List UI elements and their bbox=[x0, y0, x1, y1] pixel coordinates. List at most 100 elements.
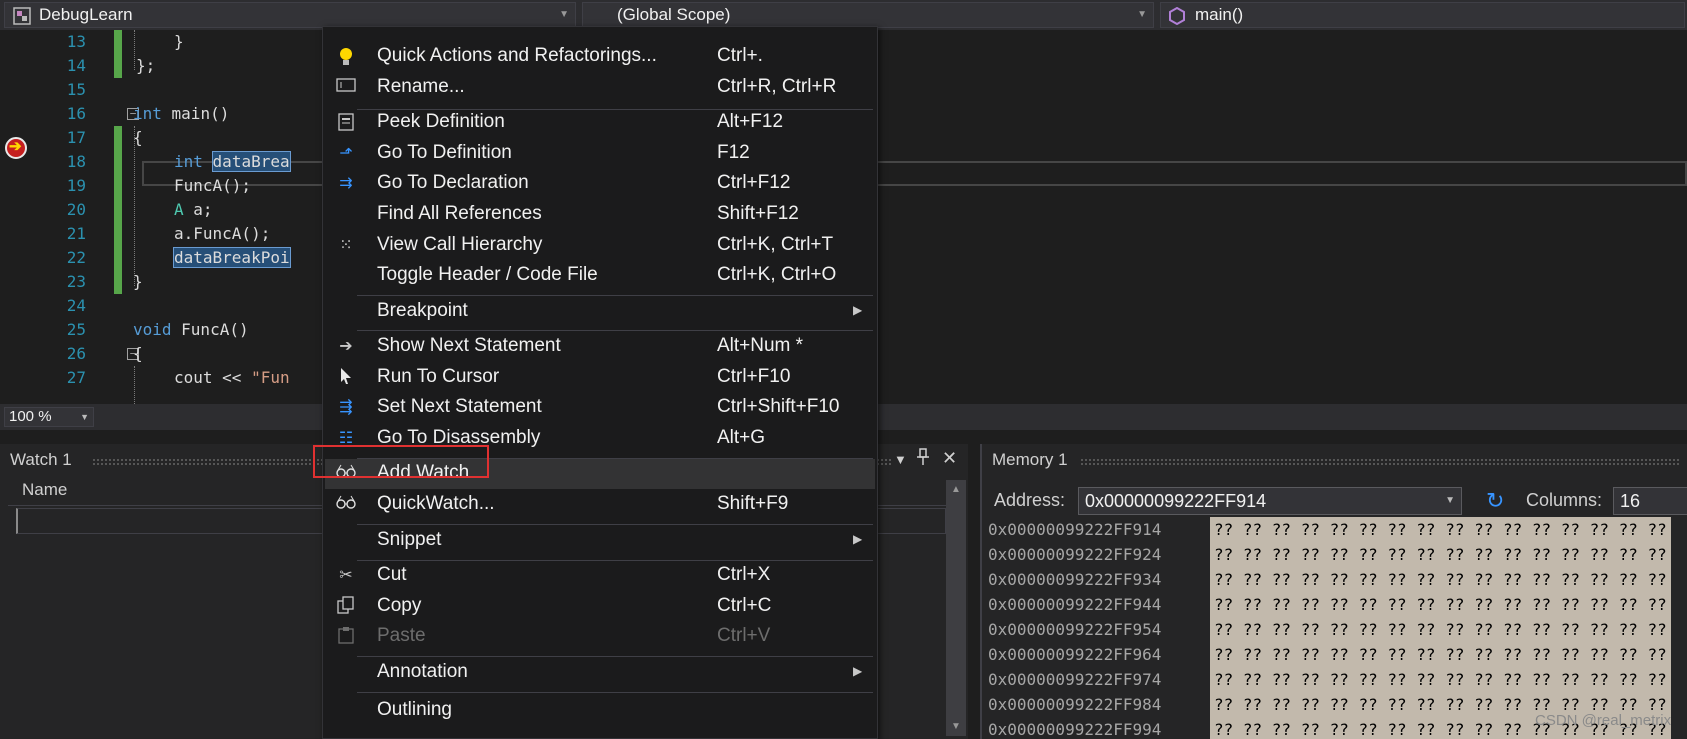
menu-item-label: Rename... bbox=[377, 76, 465, 97]
code-line: int main() bbox=[133, 102, 229, 126]
menu-separator bbox=[357, 656, 873, 657]
indent-guide bbox=[134, 366, 135, 404]
breakpoint-arrow-icon[interactable]: ➔ bbox=[5, 137, 27, 159]
menu-separator bbox=[357, 692, 873, 693]
memory-row[interactable]: 0x00000099222FF944 ?? ?? ?? ?? ?? ?? ?? ?… bbox=[988, 592, 1671, 617]
menu-item-copy[interactable]: Copy Ctrl+C bbox=[325, 592, 875, 622]
change-bar bbox=[114, 126, 122, 294]
pin-icon[interactable] bbox=[916, 448, 930, 471]
memory-bytes: ?? ?? ?? ?? ?? ?? ?? ?? ?? ?? ?? ?? ?? ?… bbox=[1210, 592, 1671, 617]
watch-title: Watch 1 bbox=[10, 450, 72, 469]
code-line: { bbox=[133, 344, 143, 363]
line-number: 26 bbox=[66, 344, 86, 363]
code-line: dataBreakPoi bbox=[173, 246, 291, 270]
menu-item-shortcut: Ctrl+. bbox=[717, 45, 763, 66]
lightbulb-icon bbox=[335, 46, 357, 68]
panel-dropdown-icon[interactable]: ▼ bbox=[894, 452, 907, 467]
peek-definition-icon bbox=[335, 112, 357, 134]
menu-item-go-to-declaration[interactable]: ⇉ Go To Declaration Ctrl+F12 bbox=[325, 169, 875, 199]
watch-scrollbar[interactable]: ▲ ▼ bbox=[946, 480, 966, 736]
keyword: int bbox=[174, 152, 203, 171]
menu-item-label: Go To Definition bbox=[377, 142, 512, 163]
line-number: 14 bbox=[66, 56, 86, 75]
menu-item-quick-actions[interactable]: Quick Actions and Refactorings... Ctrl+. bbox=[325, 42, 875, 72]
columns-value: 16 bbox=[1620, 491, 1641, 511]
menu-item-outlining[interactable]: Outlining bbox=[325, 696, 875, 720]
project-dropdown[interactable]: DebugLearn ▼ bbox=[4, 2, 576, 28]
memory-row[interactable]: 0x00000099222FF954 ?? ?? ?? ?? ?? ?? ?? ?… bbox=[988, 617, 1671, 642]
scope-name: (Global Scope) bbox=[617, 5, 731, 24]
go-to-definition-icon: ⬏ bbox=[339, 145, 353, 162]
refresh-icon[interactable]: ↻ bbox=[1486, 488, 1504, 514]
menu-item-set-next-statement[interactable]: ⇶ Set Next Statement Ctrl+Shift+F10 bbox=[325, 393, 875, 423]
member-dropdown[interactable]: main() bbox=[1160, 2, 1685, 28]
menu-item-show-next-statement[interactable]: ➔ Show Next Statement Alt+Num * bbox=[325, 332, 875, 362]
watermark: CSDN @real_metrix bbox=[1535, 712, 1672, 729]
address-label: Address: bbox=[994, 490, 1066, 510]
memory-address: 0x00000099222FF974 bbox=[988, 670, 1162, 689]
menu-item-toggle-header[interactable]: Toggle Header / Code File Ctrl+K, Ctrl+O bbox=[325, 261, 875, 291]
menu-item-go-to-definition[interactable]: ⬏ Go To Definition F12 bbox=[325, 139, 875, 169]
code-line: void FuncA() bbox=[133, 318, 249, 342]
memory-row[interactable]: 0x00000099222FF914 ?? ?? ?? ?? ?? ?? ?? ?… bbox=[988, 517, 1671, 542]
menu-separator bbox=[357, 524, 873, 525]
menu-item-quickwatch[interactable]: QuickWatch... Shift+F9 bbox=[325, 490, 875, 520]
menu-item-shortcut: Ctrl+V bbox=[717, 625, 771, 646]
memory-title: Memory 1 bbox=[992, 450, 1068, 469]
memory-row[interactable]: 0x00000099222FF934 ?? ?? ?? ?? ?? ?? ?? ?… bbox=[988, 567, 1671, 592]
menu-item-peek-definition[interactable]: Peek Definition Alt+F12 bbox=[325, 108, 875, 138]
set-next-statement-icon: ⇶ bbox=[339, 399, 353, 416]
scope-dropdown[interactable]: (Global Scope) ▼ bbox=[582, 2, 1154, 28]
menu-item-label: Breakpoint bbox=[377, 300, 468, 321]
change-bar bbox=[114, 30, 122, 78]
line-number: 19 bbox=[66, 176, 86, 195]
scroll-down-icon[interactable]: ▼ bbox=[951, 721, 961, 732]
call-hierarchy-icon: ⁙ bbox=[339, 237, 353, 254]
menu-item-run-to-cursor[interactable]: Run To Cursor Ctrl+F10 bbox=[325, 363, 875, 393]
memory-bytes: ?? ?? ?? ?? ?? ?? ?? ?? ?? ?? ?? ?? ?? ?… bbox=[1210, 667, 1671, 692]
menu-item-rename[interactable]: Rename... Ctrl+R, Ctrl+R bbox=[325, 73, 875, 103]
chevron-down-icon: ▼ bbox=[1445, 495, 1455, 506]
address-input[interactable]: 0x00000099222FF914 ▼ bbox=[1078, 487, 1462, 515]
memory-row[interactable]: 0x00000099222FF924 ?? ?? ?? ?? ?? ?? ?? ?… bbox=[988, 542, 1671, 567]
memory-row[interactable]: 0x00000099222FF974 ?? ?? ?? ?? ?? ?? ?? ?… bbox=[988, 667, 1671, 692]
submenu-arrow-icon: ▶ bbox=[853, 303, 863, 317]
menu-separator bbox=[357, 295, 873, 296]
menu-item-breakpoint[interactable]: Breakpoint ▶ bbox=[325, 297, 875, 327]
memory-row[interactable]: 0x00000099222FF964 ?? ?? ?? ?? ?? ?? ?? ?… bbox=[988, 642, 1671, 667]
menu-item-shortcut: Ctrl+F12 bbox=[717, 172, 791, 193]
memory-address: 0x00000099222FF944 bbox=[988, 595, 1162, 614]
memory-panel: Memory 1 Address: 0x00000099222FF914 ▼ ↻… bbox=[980, 444, 1687, 739]
menu-item-view-call-hierarchy[interactable]: ⁙ View Call Hierarchy Ctrl+K, Ctrl+T bbox=[325, 231, 875, 261]
menu-item-snippet[interactable]: Snippet ▶ bbox=[325, 526, 875, 556]
project-icon bbox=[13, 7, 31, 27]
zoom-dropdown[interactable]: 100 % ▼ bbox=[4, 407, 94, 427]
arrow-right-icon: ➔ bbox=[339, 338, 353, 355]
memory-address: 0x00000099222FF984 bbox=[988, 695, 1162, 714]
scroll-up-icon[interactable]: ▲ bbox=[951, 484, 961, 495]
code-line: A a; bbox=[174, 198, 213, 222]
menu-item-label: Go To Declaration bbox=[377, 172, 529, 193]
menu-item-label: Show Next Statement bbox=[377, 335, 561, 356]
code-text: cout << bbox=[174, 368, 252, 387]
code-line: } bbox=[133, 272, 143, 291]
menu-item-cut[interactable]: ✂ Cut Ctrl+X bbox=[325, 561, 875, 591]
memory-address: 0x00000099222FF964 bbox=[988, 645, 1162, 664]
menu-item-shortcut: Alt+Num * bbox=[717, 335, 804, 356]
indent-guide bbox=[134, 30, 135, 70]
menu-item-label: Toggle Header / Code File bbox=[377, 264, 598, 285]
go-to-declaration-icon: ⇉ bbox=[339, 175, 353, 192]
panel-grip[interactable] bbox=[1080, 458, 1680, 465]
columns-input[interactable]: 16 bbox=[1613, 487, 1687, 515]
copy-icon bbox=[335, 596, 357, 618]
menu-item-paste[interactable]: Paste Ctrl+V bbox=[325, 622, 875, 652]
close-icon[interactable]: ✕ bbox=[942, 448, 957, 469]
menu-item-annotation[interactable]: Annotation ▶ bbox=[325, 658, 875, 688]
menu-item-label: Paste bbox=[377, 625, 426, 646]
selected-text: dataBrea bbox=[211, 151, 291, 172]
menu-item-shortcut: F12 bbox=[717, 142, 750, 163]
code-line: } bbox=[174, 32, 184, 51]
menu-item-shortcut: Shift+F12 bbox=[717, 203, 799, 224]
keyword: void bbox=[133, 320, 172, 339]
menu-item-find-all-references[interactable]: Find All References Shift+F12 bbox=[325, 200, 875, 230]
